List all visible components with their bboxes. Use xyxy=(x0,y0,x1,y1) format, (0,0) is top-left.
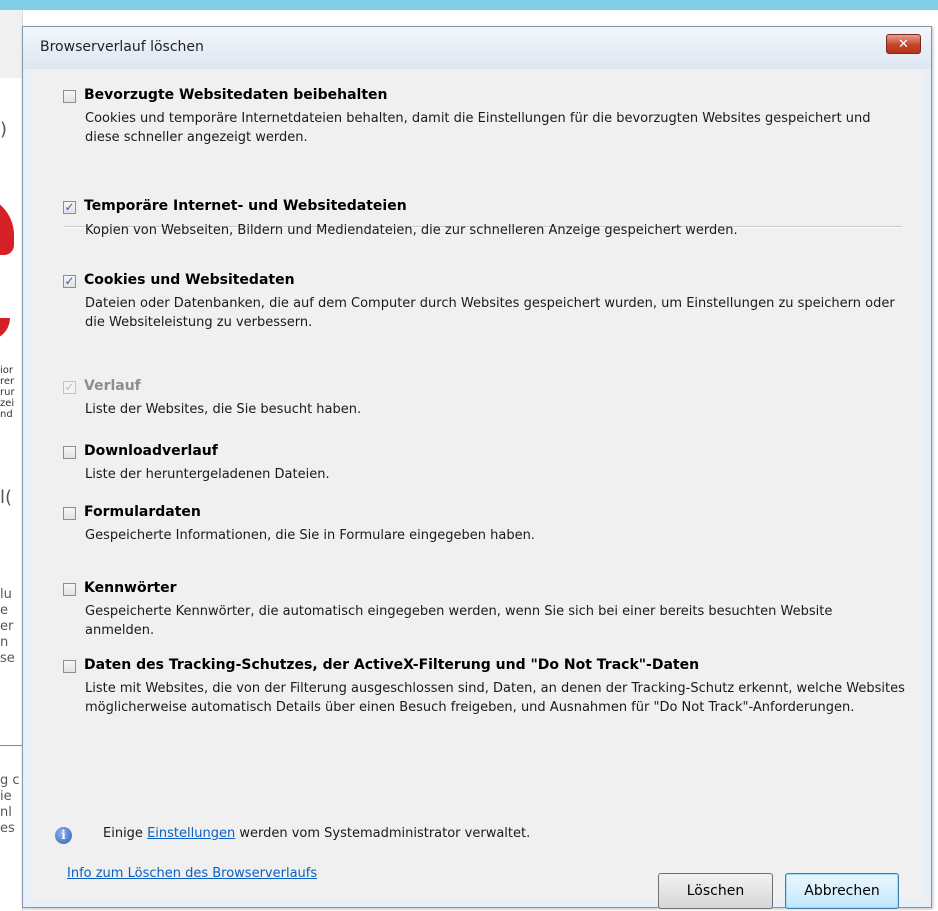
option-title-download-history[interactable]: Downloadverlauf xyxy=(84,443,218,459)
option-title-cookies[interactable]: Cookies und Websitedaten xyxy=(84,272,295,288)
checkmark-icon: ✓ xyxy=(64,274,75,288)
help-link[interactable]: Info zum Löschen des Browserverlaufs xyxy=(67,866,317,881)
delete-button[interactable]: Löschen xyxy=(658,873,773,909)
option-description-temporary-files: Kopien von Webseiten, Bildern und Medien… xyxy=(85,223,738,238)
checkmark-icon: ✓ xyxy=(64,200,75,214)
dialog-titlebar[interactable]: Browserverlauf löschen ✕ xyxy=(23,27,931,69)
admin-managed-notice: Einige Einstellungen werden vom Systemad… xyxy=(103,826,530,841)
background-text-fragment: g c ie nl es xyxy=(0,773,20,836)
option-description-form-data: Gespeicherte Informationen, die Sie in F… xyxy=(85,528,535,543)
background-text-fragment: lu e er n se xyxy=(0,587,15,666)
option-description-cookies: Dateien oder Datenbanken, die auf dem Co… xyxy=(85,296,895,330)
close-button[interactable]: ✕ xyxy=(886,34,921,54)
option-title-temporary-files[interactable]: Temporäre Internet- und Websitedateien xyxy=(84,198,407,214)
close-icon: ✕ xyxy=(898,37,909,52)
option-title-form-data[interactable]: Formulardaten xyxy=(84,504,201,520)
background-page-strip xyxy=(0,10,22,78)
option-description-history: Liste der Websites, die Sie besucht habe… xyxy=(85,402,362,417)
background-text-fragment: ) xyxy=(0,119,8,140)
option-title-passwords[interactable]: Kennwörter xyxy=(84,580,177,596)
checkbox-tracking-protection[interactable] xyxy=(63,660,76,673)
checkbox-cookies[interactable]: ✓ xyxy=(63,275,76,288)
option-description-passwords: Gespeicherte Kennwörter, die automatisch… xyxy=(85,604,833,638)
checkbox-download-history[interactable] xyxy=(63,446,76,459)
delete-browsing-history-dialog: Browserverlauf löschen ✕ Bevorzugte Webs… xyxy=(22,26,932,909)
dialog-content: Bevorzugte Websitedaten beibehalten Cook… xyxy=(31,69,923,909)
background-divider xyxy=(0,745,22,746)
option-description-tracking-protection: Liste mit Websites, die von der Filterun… xyxy=(85,681,905,715)
option-title-preserve-favorites[interactable]: Bevorzugte Websitedaten beibehalten xyxy=(84,87,388,103)
background-text-fragment: l( xyxy=(0,487,13,508)
option-description-preserve-favorites: Cookies und temporäre Internetdateien be… xyxy=(85,111,871,145)
checkbox-form-data[interactable] xyxy=(63,507,76,520)
checkmark-icon: ✓ xyxy=(64,380,75,394)
notice-prefix: Einige xyxy=(103,826,148,841)
checkbox-temporary-files[interactable]: ✓ xyxy=(63,201,76,214)
checkbox-preserve-favorites[interactable] xyxy=(63,90,76,103)
checkbox-passwords[interactable] xyxy=(63,583,76,596)
option-description-download-history: Liste der heruntergeladenen Dateien. xyxy=(85,467,330,482)
notice-suffix: werden vom Systemadministrator verwaltet… xyxy=(235,826,531,841)
settings-link[interactable]: Einstellungen xyxy=(147,826,235,841)
info-icon: i xyxy=(55,827,72,844)
background-page-bar xyxy=(0,0,938,10)
cancel-button[interactable]: Abbrechen xyxy=(785,873,899,909)
background-text-fragment: ior rer rur zei nd xyxy=(0,365,15,420)
dialog-title: Browserverlauf löschen xyxy=(40,39,204,55)
option-title-history: Verlauf xyxy=(84,378,141,394)
checkbox-history: ✓ xyxy=(63,381,76,394)
option-title-tracking-protection[interactable]: Daten des Tracking-Schutzes, der ActiveX… xyxy=(84,657,699,673)
